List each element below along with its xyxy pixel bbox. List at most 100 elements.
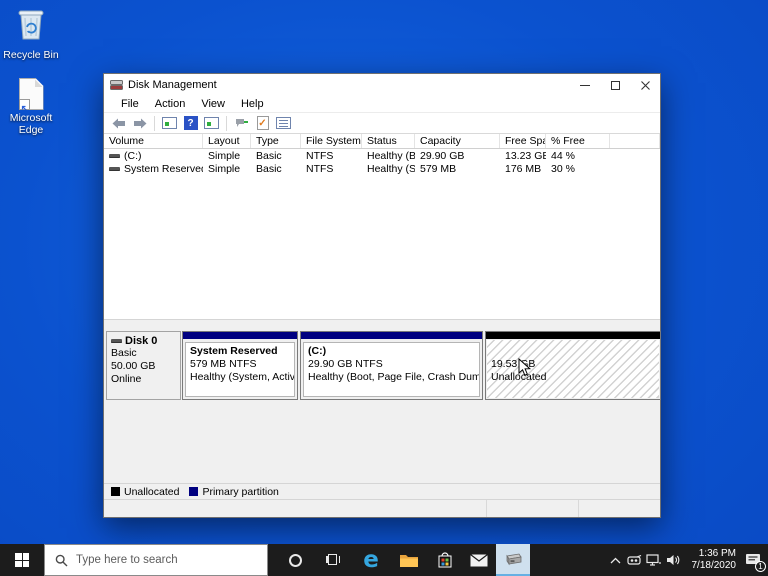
disk-management-taskbar-button[interactable] [496, 544, 530, 576]
volume-free: 13.23 GB [500, 150, 546, 162]
maximize-icon [611, 81, 620, 90]
taskbar-search[interactable] [44, 544, 268, 576]
column-type[interactable]: Type [251, 134, 301, 148]
menu-action[interactable]: Action [147, 98, 194, 110]
minimize-button[interactable] [570, 74, 600, 96]
volume-capacity: 579 MB [415, 163, 500, 175]
column-volume[interactable]: Volume [104, 134, 203, 148]
search-input[interactable] [76, 554, 246, 566]
toolbar-separator [226, 116, 227, 131]
disk-name: Disk 0 [125, 335, 157, 347]
toolbar [104, 113, 660, 134]
mail-icon [470, 554, 488, 567]
volume-row-c[interactable]: (C:) Simple Basic NTFS Healthy (B... 29.… [104, 149, 660, 162]
column-layout[interactable]: Layout [203, 134, 251, 148]
volume-list-header: Volume Layout Type File System Status Ca… [104, 134, 660, 149]
speaker-icon [666, 554, 680, 566]
volume-icon [109, 154, 120, 158]
volume-layout: Simple [203, 150, 251, 162]
microsoft-store-button[interactable] [428, 544, 462, 576]
file-icon [19, 78, 44, 110]
partition-c[interactable]: (C:) 29.90 GB NTFS Healthy (Boot, Page F… [300, 331, 483, 400]
column-file-system[interactable]: File System [301, 134, 362, 148]
clock-time: 1:36 PM [682, 548, 736, 561]
action-center-button[interactable]: 1 [738, 544, 768, 576]
recycle-bin-label: Recycle Bin [0, 49, 62, 61]
tray-volume-button[interactable] [663, 544, 682, 576]
cortana-icon [289, 554, 302, 567]
clock-date: 7/18/2020 [682, 560, 736, 573]
column-pct-free[interactable]: % Free [546, 134, 610, 148]
properties-list-icon[interactable] [275, 115, 292, 131]
volume-type: Basic [251, 163, 301, 175]
legend-bar: Unallocated Primary partition [104, 483, 660, 499]
mouse-cursor [518, 358, 531, 377]
volume-status: Healthy (S... [362, 163, 415, 175]
clock[interactable]: 1:36 PM 7/18/2020 [682, 548, 738, 573]
edge-taskbar-button[interactable] [352, 544, 390, 576]
hardware-icon [627, 555, 642, 565]
help-icon[interactable] [182, 115, 199, 131]
disk-management-window: Disk Management File Action View Help [103, 73, 661, 518]
disk0-panel[interactable]: Disk 0 Basic 50.00 GB Online [106, 331, 181, 400]
close-button[interactable] [630, 74, 660, 96]
disk-size: 50.00 GB [111, 360, 180, 373]
partition-status: Healthy (Boot, Page File, Crash Dump, Pr… [308, 371, 479, 384]
tray-hardware-button[interactable] [625, 544, 644, 576]
file-explorer-icon [400, 553, 418, 567]
partition-size: 579 MB NTFS [190, 358, 294, 371]
shortcut-arrow-icon [19, 99, 30, 110]
notification-badge: 1 [755, 561, 766, 572]
tray-network-button[interactable] [644, 544, 663, 576]
task-view-button[interactable] [314, 544, 352, 576]
search-icon [55, 554, 68, 567]
column-free-space[interactable]: Free Spa... [500, 134, 546, 148]
edge-icon [363, 549, 379, 572]
tray-expand-button[interactable] [606, 544, 625, 576]
cortana-button[interactable] [276, 544, 314, 576]
menu-view[interactable]: View [193, 98, 233, 110]
primary-partition-strip [183, 332, 297, 339]
column-status[interactable]: Status [362, 134, 415, 148]
volume-pct-free: 30 % [546, 163, 610, 175]
unallocated-strip [486, 332, 660, 339]
recycle-bin-icon[interactable]: Recycle Bin [0, 6, 62, 61]
start-button[interactable] [0, 544, 44, 576]
disk-icon [111, 339, 122, 343]
column-capacity[interactable]: Capacity [415, 134, 500, 148]
file-explorer-button[interactable] [390, 544, 428, 576]
legend-primary-partition: Primary partition [189, 486, 278, 498]
disk-management-app-icon [110, 79, 123, 91]
volume-row-system-reserved[interactable]: System Reserved Simple Basic NTFS Health… [104, 162, 660, 175]
microsoft-edge-shortcut[interactable]: Microsoft Edge [0, 78, 62, 136]
forward-icon[interactable] [131, 115, 148, 131]
volume-type: Basic [251, 150, 301, 162]
popup-icon[interactable] [233, 115, 250, 131]
partition-size: 19.53 GB [491, 358, 659, 371]
windows-logo-icon [15, 553, 29, 567]
close-icon [641, 81, 650, 90]
back-icon[interactable] [110, 115, 127, 131]
disk-status: Online [111, 373, 180, 386]
window-title: Disk Management [128, 79, 217, 91]
partition-title: (C:) [308, 345, 479, 358]
partition-system-reserved[interactable]: System Reserved 579 MB NTFS Healthy (Sys… [182, 331, 298, 400]
title-bar[interactable]: Disk Management [104, 74, 660, 96]
maximize-button[interactable] [600, 74, 630, 96]
primary-partition-strip [301, 332, 482, 339]
volume-icon [109, 167, 120, 171]
partition-title: System Reserved [190, 345, 294, 358]
check-doc-icon[interactable] [254, 115, 271, 131]
disk-management-icon [504, 552, 522, 567]
partition-status: Healthy (System, Active, P [190, 371, 294, 384]
volume-layout: Simple [203, 163, 251, 175]
partition-unallocated[interactable]: 19.53 GB Unallocated [485, 331, 661, 400]
mail-button[interactable] [462, 544, 496, 576]
menu-file[interactable]: File [113, 98, 147, 110]
menu-help[interactable]: Help [233, 98, 272, 110]
console-tree-icon[interactable] [161, 115, 178, 131]
network-icon [646, 554, 661, 566]
action-pane-icon[interactable] [203, 115, 220, 131]
primary-partition-swatch [189, 487, 198, 496]
volume-status: Healthy (B... [362, 150, 415, 162]
